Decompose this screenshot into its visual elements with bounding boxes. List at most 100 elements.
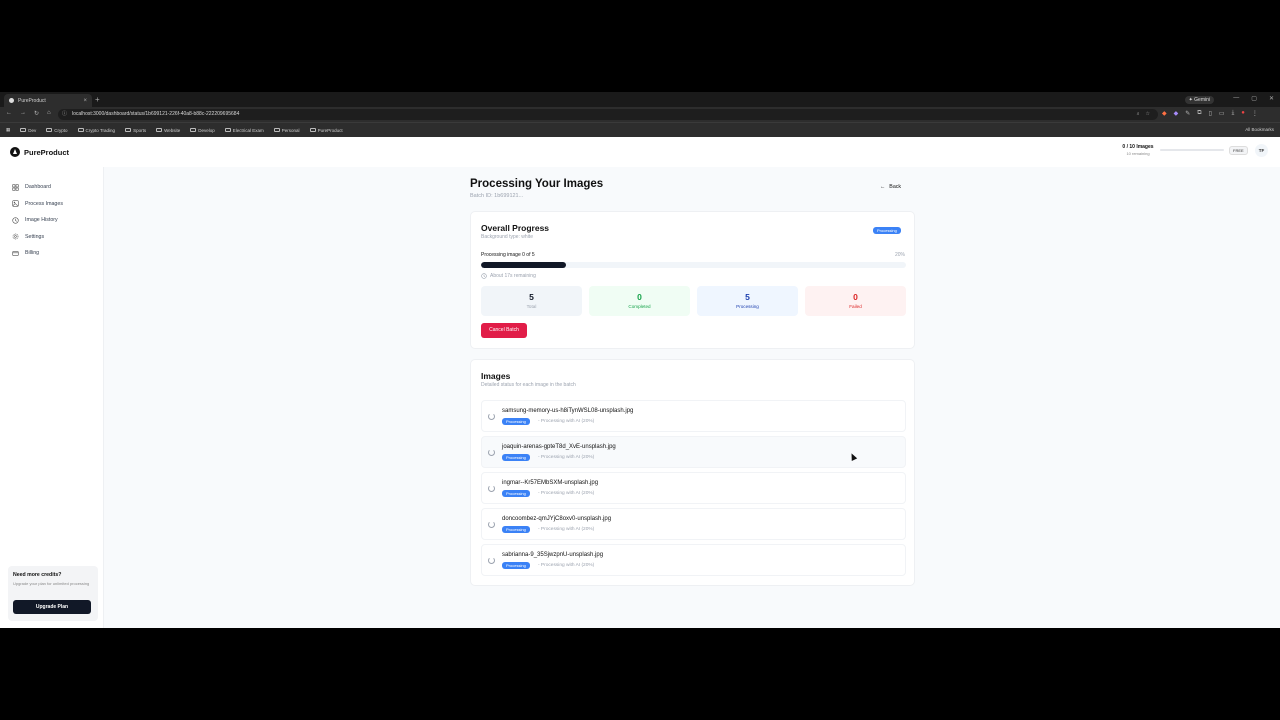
sidebar-item-image-history[interactable]: Image History (0, 212, 104, 229)
reload-icon[interactable]: ↻ (34, 110, 39, 117)
extension-icon[interactable]: ✎ (1185, 110, 1190, 117)
history-icon (12, 217, 19, 224)
sidebar-item-dashboard[interactable]: Dashboard (0, 179, 104, 196)
sidebar-item-process-images[interactable]: Process Images (0, 196, 104, 213)
spinner-icon (488, 413, 495, 420)
site-info-icon[interactable]: ⓘ (62, 109, 67, 120)
extensions-area: ◆ ◆ ✎ ⧉ ▯ ▭ ⤓ ● ⋮ (1162, 110, 1258, 117)
grid-icon (12, 184, 19, 191)
bookmark-item[interactable]: Website (156, 128, 180, 133)
eta: About 17s remaining (481, 273, 536, 279)
split-icon[interactable]: ▭ (1219, 110, 1225, 117)
stat-completed-label: Completed (628, 304, 651, 309)
window-close-icon[interactable]: ✕ (1269, 95, 1274, 102)
all-bookmarks[interactable]: All Bookmarks (1245, 127, 1274, 132)
stat-total: 5 Total (481, 286, 582, 316)
brand-name: PureProduct (24, 147, 70, 157)
sidebar-item-label: Image History (25, 217, 58, 224)
upgrade-description: Upgrade your plan for unlimited processi… (13, 581, 90, 586)
bookmark-label: Website (164, 127, 181, 133)
address-bar[interactable]: ⓘ localhost:3000/dashboard/status/1b6991… (58, 109, 1158, 120)
extension-icon[interactable]: ◆ (1162, 110, 1167, 117)
background-type: Background type: white (481, 234, 533, 240)
bookmark-item[interactable]: Develop (190, 128, 215, 133)
bookmark-label: Personal (281, 127, 300, 133)
image-status-badge: Processing (502, 562, 530, 569)
image-filename: samsung-memory-us-h8iTynWSL08-unsplash.j… (502, 408, 634, 414)
list-item[interactable]: sabrianna-9_35SjwzpnU-unsplash.jpg Proce… (481, 544, 906, 576)
bookmark-star-icon[interactable]: ☆ (1146, 109, 1150, 120)
sidebar-nav: Dashboard Process Images Image History S… (0, 179, 104, 262)
sidebar-item-settings[interactable]: Settings (0, 229, 104, 246)
sidebar-item-label: Process Images (25, 200, 63, 207)
gear-icon (12, 233, 19, 240)
tab-strip: PureProduct × + ✦ Gemini — ▢ ✕ (0, 92, 1280, 107)
bookmark-item[interactable]: Crypto Trading (77, 128, 115, 133)
browser-tab-title: PureProduct (18, 97, 46, 104)
image-status-badge: Processing (502, 454, 530, 461)
profile-icon[interactable]: ● (1241, 110, 1245, 117)
sidebar-item-label: Billing (25, 250, 40, 257)
brand-logo[interactable]: PureProduct (10, 147, 69, 157)
list-item[interactable]: samsung-memory-us-h8iTynWSL08-unsplash.j… (481, 400, 906, 432)
image-status-text: - Processing with AI (20%) (538, 491, 595, 496)
sidepanel-icon[interactable]: ▯ (1209, 110, 1212, 117)
folder-icon (156, 128, 163, 132)
zoom-icon[interactable]: ⌕ (1137, 109, 1140, 120)
avatar[interactable]: TF (1255, 144, 1268, 157)
image-filename: sabrianna-9_35SjwzpnU-unsplash.jpg (502, 552, 604, 558)
bookmark-label: Develop (198, 127, 215, 133)
bookmark-item[interactable]: Sports (125, 128, 146, 133)
stat-processing-value: 5 (745, 292, 750, 302)
upgrade-plan-button[interactable]: Upgrade Plan (13, 600, 91, 614)
home-icon[interactable]: ⌂ (47, 110, 51, 117)
list-item[interactable]: joaquin-arenas-gpteT8d_XvE-unsplash.jpg … (481, 436, 906, 468)
upgrade-title: Need more credits? (13, 572, 62, 578)
stat-completed: 0 Completed (589, 286, 690, 316)
browser-tab[interactable]: PureProduct × (4, 94, 92, 107)
list-item[interactable]: ingmar--Kr57EMbSXM-unsplash.jpg Processi… (481, 472, 906, 504)
back-arrow-icon[interactable]: ← (6, 110, 12, 117)
stat-failed-value: 0 (853, 292, 858, 302)
extension-icon[interactable]: ◆ (1174, 110, 1179, 117)
batch-id: Batch ID: 1b699121... (470, 193, 524, 199)
folder-icon (46, 128, 53, 132)
bookmark-item[interactable]: Dev (20, 128, 36, 133)
gemini-button[interactable]: ✦ Gemini (1184, 96, 1214, 104)
folder-icon (309, 128, 316, 132)
tab-close-icon[interactable]: × (83, 98, 87, 104)
progress-bar (481, 262, 906, 268)
bookmark-item[interactable]: Crypto (46, 128, 68, 133)
credits-title: 0 / 10 Images (1122, 144, 1154, 150)
bookmark-item[interactable]: Personal (273, 127, 300, 133)
bookmark-label: Dev (28, 127, 37, 133)
arrow-left-icon: ← (880, 184, 886, 190)
screen: PureProduct × + ✦ Gemini — ▢ ✕ ← → ↻ ⌂ ⓘ… (0, 0, 1280, 720)
apps-icon[interactable]: ▦ (6, 127, 10, 133)
bookmark-label: Sports (133, 127, 147, 133)
cancel-batch-button[interactable]: Cancel Batch (481, 323, 527, 338)
download-icon[interactable]: ⤓ (1232, 110, 1235, 117)
new-tab-button[interactable]: + (95, 95, 100, 104)
maximize-icon[interactable]: ▢ (1251, 95, 1257, 102)
extensions-puzzle-icon[interactable]: ⧉ (1197, 110, 1201, 117)
list-item[interactable]: doncoombez-qmJYjC8oxv0-unsplash.jpg Proc… (481, 508, 906, 540)
menu-icon[interactable]: ⋮ (1252, 110, 1258, 117)
image-status-text: - Processing with AI (20%) (538, 455, 595, 460)
bookmark-item[interactable]: PureProduct (309, 128, 343, 133)
forward-arrow-icon[interactable]: → (20, 110, 26, 117)
images-card: Images Detailed status for each image in… (470, 359, 915, 586)
nav-buttons: ← → ↻ ⌂ (6, 110, 51, 117)
window-controls: — ▢ ✕ (1233, 95, 1274, 102)
plan-badge: FREE (1229, 146, 1248, 155)
bookmark-item[interactable]: Electrical Exam (224, 128, 264, 133)
eta-text: About 17s remaining (490, 273, 536, 279)
app-header: PureProduct 0 / 10 Images 10 remaining F… (0, 137, 1280, 167)
back-button[interactable]: ← Back (876, 182, 905, 192)
image-status-badge: Processing (502, 490, 530, 497)
status-badge: Processing (873, 227, 901, 234)
images-subtitle: Detailed status for each image in the ba… (481, 382, 576, 388)
minimize-icon[interactable]: — (1233, 95, 1239, 102)
image-status-text: - Processing with AI (20%) (538, 527, 595, 532)
sidebar-item-billing[interactable]: Billing (0, 245, 104, 262)
